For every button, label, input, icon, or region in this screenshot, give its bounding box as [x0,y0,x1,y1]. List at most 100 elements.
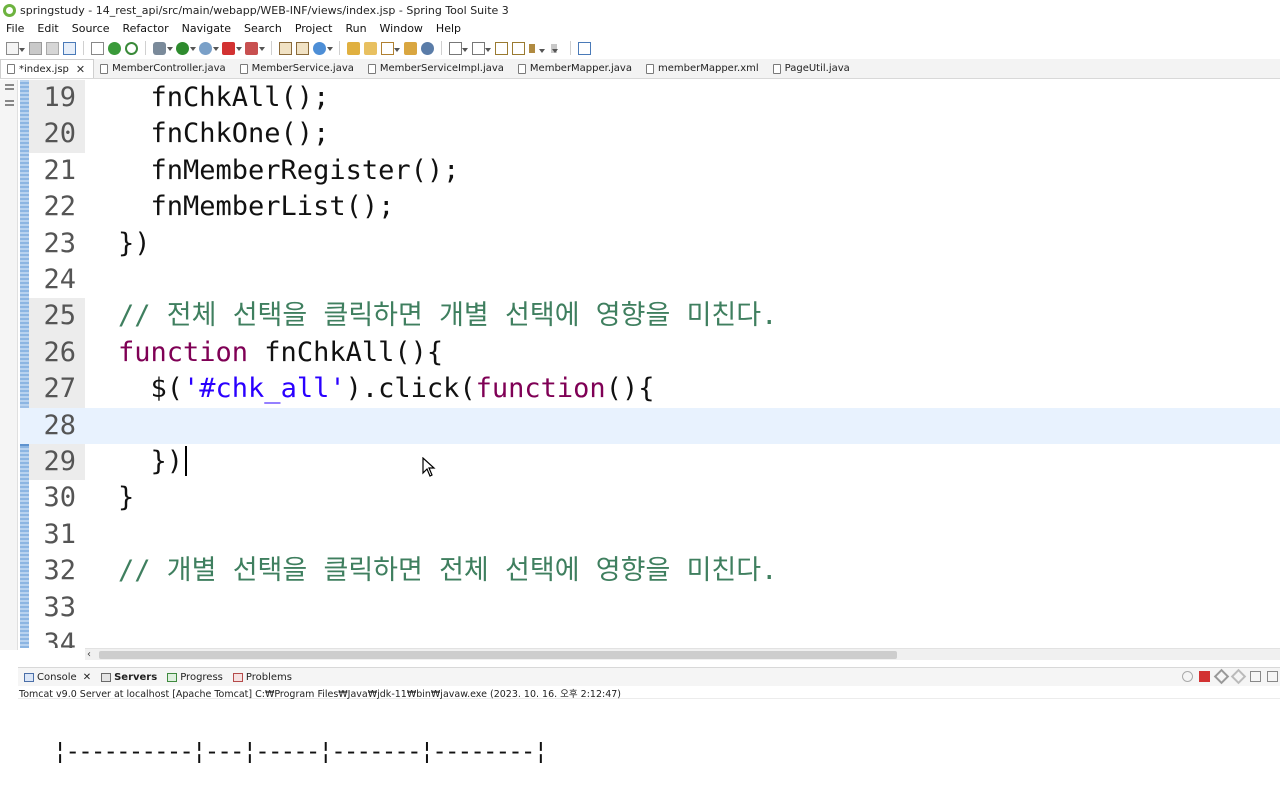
string-token: '#chk_all' [183,373,346,405]
main-toolbar [0,37,1280,59]
code-line[interactable]: 33 [20,590,1280,626]
edit-icon[interactable] [381,41,400,55]
new-class-icon[interactable] [279,41,292,55]
tab-label: MemberService.java [251,63,354,74]
code-line[interactable]: 23}) [20,226,1280,262]
mouse-cursor-icon [422,457,436,477]
code-token: $( [118,373,184,405]
code-line[interactable]: 28 [20,407,1280,444]
terminal-icon[interactable] [63,41,76,55]
code-text: }) [118,226,151,262]
last-edit-location-icon[interactable] [512,41,525,55]
tab-servers[interactable]: Servers [101,672,157,683]
code-token: fnMemberRegister(); [118,154,460,186]
console-output[interactable]: ¦----------¦---¦-----¦-------¦--------¦ [24,700,548,768]
server-start-icon[interactable] [108,41,121,55]
code-line[interactable]: 21 fnMemberRegister(); [20,153,1280,189]
disconnect-icon[interactable] [245,41,265,55]
clear-console-icon[interactable] [1250,671,1261,682]
open-task-icon[interactable] [364,41,377,55]
code-line[interactable]: 32 // 개별 선택을 클릭하면 전체 선택에 영향을 미친다. [20,553,1280,589]
tab-label: *index.jsp [19,63,69,75]
refresh-icon[interactable] [125,41,138,55]
text-caret [185,446,188,476]
code-line[interactable]: 34 [20,626,1280,648]
menu-search[interactable]: Search [244,22,282,35]
open-type-icon[interactable] [313,41,333,55]
outline-icon[interactable] [5,100,14,106]
code-editor[interactable]: 19 fnChkAll(); 20 fnChkOne(); 21 fnMemberR… [20,80,1280,648]
code-text: } [118,480,134,516]
open-folder-icon[interactable] [347,41,360,55]
toolbar-separator [339,41,340,55]
java-file-icon [100,63,109,74]
stop-icon[interactable] [222,41,242,55]
scroll-left-icon[interactable]: ‹ [87,649,91,660]
close-icon[interactable]: ✕ [76,63,85,76]
code-line[interactable]: 19 fnChkAll(); [20,80,1280,117]
menu-refactor[interactable]: Refactor [123,22,169,35]
scroll-lock-icon[interactable] [1267,671,1278,682]
tab-problems[interactable]: Problems [232,672,292,683]
code-line[interactable]: 27 $('#chk_all').click(function(){ [20,371,1280,408]
next-annotation-icon[interactable] [449,41,468,55]
forward-icon[interactable] [548,43,558,53]
tab-page-util[interactable]: PageUtil.java [767,59,858,78]
open-perspective-icon[interactable] [578,41,591,55]
code-token: }) [118,227,151,259]
menu-run[interactable]: Run [345,22,366,35]
menu-window[interactable]: Window [380,22,423,35]
menu-source[interactable]: Source [72,22,110,35]
external-tools-icon[interactable] [199,41,219,55]
back-icon[interactable] [529,43,545,53]
run-icon[interactable] [176,41,196,55]
tab-label: MemberController.java [112,63,226,74]
editor-horizontal-scrollbar[interactable]: ‹ [85,648,1280,660]
tab-member-service[interactable]: MemberService.java [234,59,362,78]
globe-icon[interactable] [421,41,434,55]
new-icon[interactable] [6,41,25,55]
code-text: fnMemberList(); [118,189,395,225]
tab-progress[interactable]: Progress [167,672,223,683]
line-number: 31 [43,518,76,550]
console-process-description: Tomcat v9.0 Server at localhost [Apache … [18,686,1280,700]
menu-edit[interactable]: Edit [37,22,58,35]
tab-console[interactable]: Console ✕ [24,672,91,683]
code-line[interactable]: 26 function fnChkAll(){ [20,334,1280,372]
close-icon[interactable]: ✕ [83,672,91,683]
tab-member-controller[interactable]: MemberController.java [94,59,234,78]
tab-member-service-impl[interactable]: MemberServiceImpl.java [362,59,512,78]
prev-annotation-icon[interactable] [472,41,491,55]
tab-label: Console [37,671,77,683]
search-folder-icon[interactable] [404,41,417,55]
menu-navigate[interactable]: Navigate [182,22,231,35]
remove-launch-icon[interactable] [1213,668,1230,685]
code-line[interactable]: 30} [20,480,1280,516]
link-icon[interactable] [1182,671,1193,682]
keyword-token: function [118,336,249,368]
tab-member-mapper-xml[interactable]: memberMapper.xml [640,59,767,78]
menu-project[interactable]: Project [295,22,333,35]
tab-member-mapper[interactable]: MemberMapper.java [512,59,640,78]
code-line[interactable]: 25 // 전체 선택을 클릭하면 개별 선택에 영향을 미친다. [20,298,1280,335]
new-package-icon[interactable] [296,41,309,55]
code-line[interactable]: 31 [20,517,1280,553]
save-icon[interactable] [29,41,42,55]
code-line[interactable]: 22 fnMemberList(); [20,189,1280,225]
menu-help[interactable]: Help [436,22,461,35]
remove-all-icon[interactable] [1230,668,1247,685]
toolbar-separator [271,41,272,55]
last-edit-icon[interactable] [495,41,508,55]
terminate-icon[interactable] [1199,671,1210,682]
skip-breakpoints-icon[interactable] [91,41,104,55]
code-line[interactable]: 29 }) [20,444,1280,481]
save-all-icon[interactable] [46,41,59,55]
code-line[interactable]: 20 fnChkOne(); [20,116,1280,153]
code-line[interactable]: 24 [20,262,1280,298]
scrollbar-thumb[interactable] [99,651,897,659]
tab-index-jsp[interactable]: *index.jsp ✕ [0,59,95,78]
menu-file[interactable]: File [6,22,24,35]
debug-icon[interactable] [153,41,173,55]
line-number: 27 [29,371,85,408]
restore-icon[interactable] [5,84,14,90]
